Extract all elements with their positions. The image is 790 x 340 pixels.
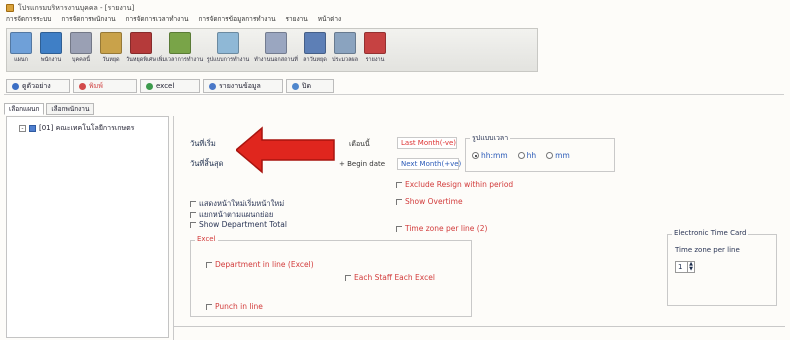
panel-bottom-border xyxy=(173,326,785,327)
time-format-radio[interactable]: mm xyxy=(546,151,570,160)
menu-item[interactable]: หน้าต่าง xyxy=(318,14,341,24)
toolbar-icon xyxy=(100,32,122,54)
toolbar-button[interactable]: เพิ่มเวลาการทำงาน xyxy=(157,32,203,64)
menu-item[interactable]: การจัดการระบบ xyxy=(6,14,51,24)
last-month-button[interactable]: Last Month(-ve) xyxy=(397,137,457,149)
menu-bar: การจัดการระบบ การจัดการพนักงาน การจัดการเว… xyxy=(6,14,341,24)
app-icon xyxy=(6,4,14,12)
menu-item[interactable]: การจัดการเวลาทำงาน xyxy=(126,14,189,24)
window-title: โปรแกรมบริหารงานบุคคล - [รายงาน] xyxy=(18,3,135,12)
excel-button[interactable]: excel xyxy=(140,79,200,93)
close-button[interactable]: ปิด xyxy=(286,79,334,93)
department-tree: - [01] คณะเทคโนโลยีการเกษตร xyxy=(6,116,169,338)
toolbar-icon xyxy=(10,32,32,54)
electronic-time-card-group: Electronic Time Card Time zone per line … xyxy=(667,229,777,306)
menu-item[interactable]: การจัดการพนักงาน xyxy=(61,14,115,24)
tab-select-department[interactable]: เลือกแผนก xyxy=(4,103,45,115)
action-bar: ดูตัวอย่าง พิมพ์ excel รายงานข้อมูล ปิด xyxy=(4,79,784,95)
excel-icon xyxy=(146,82,153,90)
toolbar-icon xyxy=(169,32,191,54)
toolbar-icon xyxy=(217,32,239,54)
option-checkbox[interactable]: Exclude Resign within period xyxy=(396,180,513,189)
option-checkbox[interactable]: Time zone per line (2) xyxy=(396,224,487,233)
red-arrow-annotation xyxy=(236,126,335,174)
toolbar-icon xyxy=(334,32,356,54)
tree-item-label: [01] คณะเทคโนโลยีการเกษตร xyxy=(39,124,135,132)
print-icon xyxy=(79,82,86,90)
title-bar: โปรแกรมบริหารงานบุคคล - [รายงาน] xyxy=(6,3,134,13)
toolbar-icon xyxy=(265,32,287,54)
toolbar-button[interactable]: พนักงาน xyxy=(37,32,65,64)
begin-date-button[interactable]: + Begin date xyxy=(339,160,385,168)
report-icon xyxy=(209,82,216,90)
toolbar-icon xyxy=(364,32,386,54)
menu-item[interactable]: การจัดการข้อมูลการทำงาน xyxy=(198,14,275,24)
close-icon xyxy=(292,82,299,90)
tree-item-department[interactable]: - [01] คณะเทคโนโลยีการเกษตร xyxy=(19,123,134,134)
time-format-group: รูปแบบเวลา hh:mm hh mm xyxy=(465,133,615,172)
toolbar-button[interactable]: รูปแบบการทำงาน xyxy=(205,32,251,64)
preview-icon xyxy=(12,82,19,90)
time-zone-per-line-label: Time zone per line xyxy=(675,246,740,254)
toolbar-icon xyxy=(40,32,62,54)
spinner-arrows-icon[interactable]: ▲ ▼ xyxy=(687,262,694,272)
selection-tabs: เลือกแผนก เลือกพนักงาน xyxy=(4,103,95,115)
time-format-radio[interactable]: hh xyxy=(517,151,536,160)
toolbar-button[interactable]: รายงาน xyxy=(361,32,389,64)
option-checkbox[interactable]: Show Overtime xyxy=(396,197,463,206)
end-date-label: วันที่สิ้นสุด xyxy=(190,159,224,168)
punch-in-line-checkbox[interactable]: Punch in line xyxy=(206,302,263,311)
next-month-button[interactable]: Next Month(+ve) xyxy=(397,158,461,170)
preview-button[interactable]: ดูตัวอย่าง xyxy=(6,79,70,93)
toolbar-button[interactable]: วันหยุด xyxy=(97,32,125,64)
toolbar-button[interactable]: วันหยุดพิเศษ xyxy=(126,32,156,64)
toolbar-button[interactable]: แผนก xyxy=(7,32,35,64)
start-date-label: วันที่เริ่ม xyxy=(190,139,216,148)
main-toolbar: แผนก พนักงาน บุคคลนี้ วันหยุด วันหยุดพิเศษ เพ… xyxy=(6,28,538,72)
tab-select-employee[interactable]: เลือกพนักงาน xyxy=(46,103,95,115)
time-format-radio[interactable]: hh:mm xyxy=(472,151,508,160)
toolbar-button[interactable]: ทำงานนอกสถานที่ xyxy=(253,32,299,64)
print-button[interactable]: พิมพ์ xyxy=(73,79,137,93)
toolbar-icon xyxy=(304,32,326,54)
this-month-label: เดือนนี้ xyxy=(349,140,370,148)
department-in-line-checkbox[interactable]: Department in line (Excel) xyxy=(206,260,314,269)
menu-item[interactable]: รายงาน xyxy=(286,14,308,24)
summary-report-button[interactable]: รายงานข้อมูล xyxy=(203,79,283,93)
toolbar-icon xyxy=(70,32,92,54)
time-zone-spinner[interactable]: 1 ▲ ▼ xyxy=(675,261,695,273)
toolbar-button[interactable]: ประมวลผล xyxy=(331,32,359,64)
option-checkbox[interactable]: Show Department Total xyxy=(190,220,287,229)
toolbar-button[interactable]: บุคคลนี้ xyxy=(67,32,95,64)
checkbox-icon[interactable] xyxy=(29,125,36,132)
panel-divider xyxy=(173,116,174,340)
each-staff-excel-checkbox[interactable]: Each Staff Each Excel xyxy=(345,273,435,282)
toolbar-button[interactable]: ลาวันหยุด xyxy=(301,32,329,64)
collapse-icon[interactable]: - xyxy=(19,125,26,132)
toolbar-icon xyxy=(130,32,152,54)
